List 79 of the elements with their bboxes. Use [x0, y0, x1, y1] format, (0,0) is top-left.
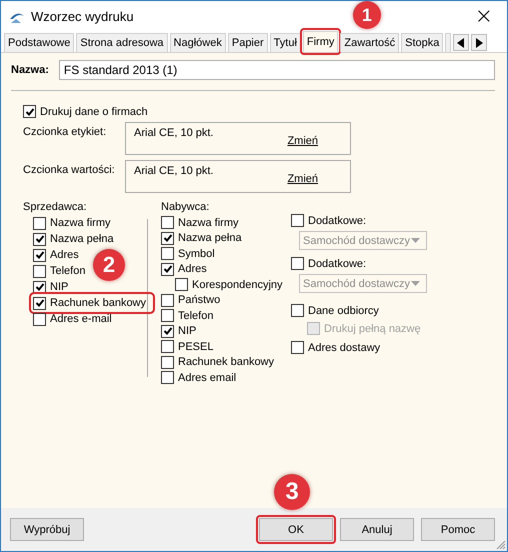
resize-grip-icon [496, 540, 506, 550]
checkbox-label: Telefon [178, 310, 214, 322]
tab[interactable]: Papier [228, 33, 268, 52]
font-value: Arial CE, 10 pkt. [134, 165, 214, 179]
tab[interactable]: Podstawowe [4, 33, 74, 52]
checkbox[interactable] [33, 232, 46, 246]
window-title: Wzorzec wydruku [31, 9, 134, 24]
checkbox[interactable] [161, 294, 174, 307]
checkbox-label: Rachunek bankowy [50, 297, 146, 309]
callout-badge: 2 [93, 249, 125, 281]
checkbox[interactable] [161, 340, 174, 354]
dropdown-caret-icon [411, 238, 420, 243]
checkbox-label: Adres [50, 249, 79, 261]
checkbox-label: Nazwa pełna [178, 232, 242, 244]
checkbox-label: Nazwa pełna [50, 233, 114, 245]
tab[interactable]: Firmy [302, 31, 338, 52]
tab[interactable]: Zawartość [340, 33, 400, 52]
checkbox-label: Nazwa firmy [178, 216, 239, 229]
checkbox[interactable] [161, 232, 174, 245]
checkbox-label: Telefon [50, 265, 86, 277]
checkbox[interactable] [291, 257, 304, 270]
checkbox-label: PESEL [178, 340, 214, 353]
checkbox[interactable] [33, 264, 46, 278]
checkbox[interactable] [33, 248, 46, 262]
checkbox-label: Korespondencyjny [192, 278, 283, 291]
checkbox[interactable] [161, 309, 174, 322]
dialog-button[interactable]: Anuluj [340, 518, 414, 541]
dialog-button[interactable]: OK [259, 518, 333, 541]
checkbox[interactable] [291, 341, 304, 354]
checkbox-label: Nazwa firmy [50, 217, 111, 229]
checkbox[interactable] [33, 312, 46, 326]
section-title: Sprzedawca: [23, 201, 88, 215]
dialog-button[interactable]: Wypróbuj [10, 518, 84, 541]
change-link[interactable]: Zmień [287, 173, 318, 187]
checkbox-label: Rachunek bankowy [178, 356, 274, 368]
checkbox[interactable] [291, 214, 304, 227]
checkbox[interactable] [33, 280, 46, 294]
checkbox[interactable] [23, 105, 36, 118]
checkbox-label: Adres dostawy [308, 342, 380, 354]
change-link[interactable]: Zmień [287, 135, 318, 149]
checkbox-label: NIP [178, 325, 196, 338]
checkbox-label: Dodatkowe: [308, 258, 366, 270]
checkbox-label: Drukuj dane o firmach [40, 106, 148, 118]
checkbox-label: Drukuj pełną nazwę [324, 322, 421, 334]
checkbox[interactable] [161, 356, 174, 369]
checkbox[interactable] [33, 216, 46, 230]
checkbox[interactable] [161, 324, 174, 338]
font-label: Czcionka etykiet: [23, 125, 108, 140]
name-field[interactable]: FS standard 2013 (1) [58, 60, 495, 80]
left-triangle-icon [457, 38, 466, 48]
checkbox[interactable] [175, 278, 188, 292]
tab[interactable]: Tytuł [270, 33, 301, 52]
right-triangle-icon [475, 38, 484, 48]
tab[interactable]: Strona adresowa [76, 33, 168, 52]
checkbox-label: NIP [50, 281, 68, 293]
checkbox-label: Adres [178, 263, 207, 276]
dropdown-caret-icon [411, 281, 420, 286]
checkbox-label: Symbol [178, 248, 215, 260]
tab[interactable]: Nagłówek [170, 33, 226, 52]
checkbox-label: Adres e-mail [50, 313, 112, 325]
checkbox[interactable] [161, 247, 174, 260]
checkbox[interactable] [161, 216, 174, 230]
font-value: Arial CE, 10 pkt. [134, 127, 214, 141]
checkbox[interactable] [291, 304, 304, 317]
checkbox-label: Dane odbiorcy [308, 304, 379, 316]
checkbox[interactable] [161, 262, 174, 276]
close-button[interactable]: × [468, 6, 499, 28]
checkbox[interactable] [161, 371, 174, 384]
font-label: Czcionka wartości: [23, 163, 116, 178]
checkbox-label: Dodatkowe: [308, 214, 366, 226]
dialog-button[interactable]: Pomoc [421, 518, 495, 541]
checkbox-label: Państwo [178, 294, 220, 306]
scroll-right-button[interactable] [471, 34, 488, 51]
tab[interactable]: Stopka [401, 33, 444, 52]
section-title: Nabywca: [161, 201, 210, 215]
name-label: Nazwa: [11, 64, 49, 76]
scroll-left-button[interactable] [453, 34, 470, 51]
checkbox[interactable] [33, 296, 46, 310]
checkbox-label: Adres email [178, 372, 236, 384]
